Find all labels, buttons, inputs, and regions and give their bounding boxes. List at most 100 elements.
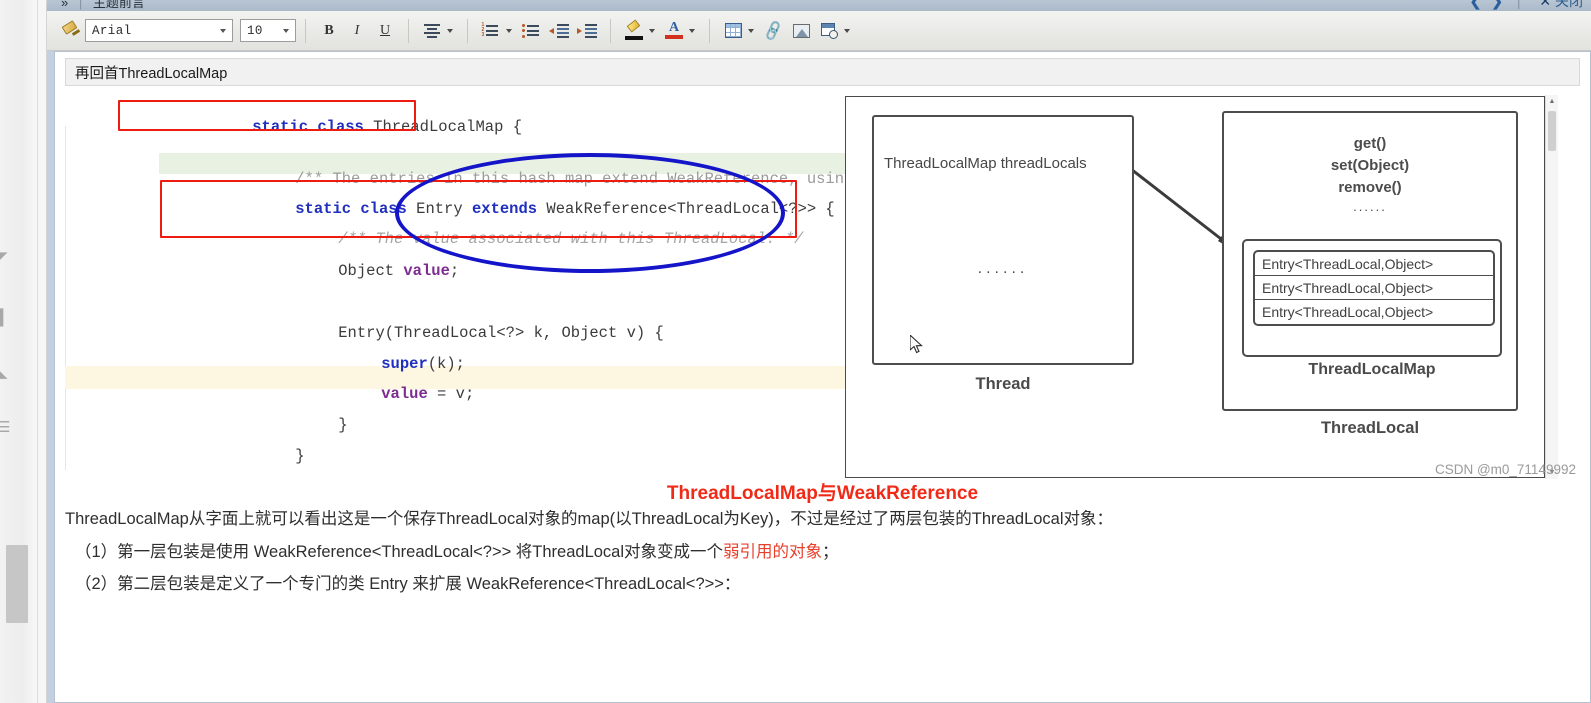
document-vertical-scrollbar[interactable]: ▲ ▼ xyxy=(1545,95,1558,479)
bullet-list-icon xyxy=(521,23,541,38)
toolbar-divider-2 xyxy=(408,18,409,43)
paragraph-intro-text: ThreadLocalMap从字面上就可以看出这是一个保存ThreadLocal… xyxy=(65,510,1114,528)
document-page: 再回首ThreadLocalMap static class ThreadLoc… xyxy=(54,51,1591,703)
document-area: 再回首ThreadLocalMap static class ThreadLoc… xyxy=(47,51,1591,703)
insert-link-button[interactable]: 🔗 xyxy=(759,18,787,44)
insert-table-button[interactable] xyxy=(719,18,747,44)
rail-glyph-2: ▌ xyxy=(0,309,9,326)
rail-glyph-3: ◣ xyxy=(0,364,8,381)
increase-indent-icon xyxy=(577,23,597,39)
document-content: static class ThreadLocalMap { /** The en… xyxy=(55,86,1590,592)
font-color-dropdown-arrow[interactable] xyxy=(689,28,695,33)
numbered-list-icon: 123 xyxy=(482,23,501,37)
thread-dots: ...... xyxy=(977,260,1029,277)
numbered-list-button[interactable]: 123 xyxy=(477,18,505,44)
font-size-dropdown-arrow[interactable] xyxy=(278,20,293,41)
thread-box-caption: Thread xyxy=(975,375,1031,393)
format-painter-button[interactable] xyxy=(57,18,85,44)
toolbar-divider-5 xyxy=(709,18,710,43)
insert-screenshot-icon xyxy=(820,22,838,39)
left-rail-secondary xyxy=(38,0,47,703)
mouse-cursor-icon xyxy=(910,335,923,354)
titlebar-separator: | xyxy=(78,0,83,10)
code-block[interactable]: static class ThreadLocalMap { /** The en… xyxy=(65,96,909,478)
insert-table-dropdown-arrow[interactable] xyxy=(748,28,754,33)
entry-row: Entry<ThreadLocal,Object> xyxy=(1255,252,1493,276)
close-window-button[interactable]: ✕ xyxy=(1539,0,1551,9)
chevron-right-icon[interactable]: ❯ xyxy=(1491,0,1503,9)
document-title-field[interactable]: 再回首ThreadLocalMap xyxy=(65,58,1580,86)
window-title: 主题前言 xyxy=(92,0,145,10)
underline-button[interactable]: U xyxy=(371,18,399,44)
paragraph-point-1-highlight: 弱引用的对象 xyxy=(723,542,823,561)
rail-block xyxy=(6,545,28,623)
threadlocal-box: get() set(Object) remove() ...... Entry<… xyxy=(1222,111,1518,411)
method-set: set(Object) xyxy=(1330,156,1410,174)
entry-row: Entry<ThreadLocal,Object> xyxy=(1255,276,1493,300)
bullet-list-button[interactable] xyxy=(517,18,545,44)
align-dropdown-arrow[interactable] xyxy=(447,28,453,33)
thread-field-label: ThreadLocalMap threadLocals xyxy=(884,155,1087,172)
italic-button[interactable]: I xyxy=(343,18,371,44)
toolbar-divider-3 xyxy=(467,18,468,43)
font-name-select[interactable]: Arial xyxy=(85,19,233,42)
insert-table-icon xyxy=(724,23,742,38)
thread-box: ThreadLocalMap threadLocals ...... xyxy=(872,115,1134,365)
italic-icon: I xyxy=(354,22,360,38)
paragraph-point-1: （1）第一层包装是使用 WeakReference<ThreadLocal<?>… xyxy=(65,542,1570,561)
highlight-color-dropdown-arrow[interactable] xyxy=(649,28,655,33)
method-get: get() xyxy=(1353,135,1387,152)
numbered-list-dropdown-arrow[interactable] xyxy=(506,28,512,33)
method-remove: remove() xyxy=(1338,178,1402,196)
rail-glyph-4: ☰ xyxy=(0,419,11,436)
code-gutter-line xyxy=(65,126,66,470)
paragraph-point-2: （2）第二层包装是定义了一个专门的类 Entry 来扩展 WeakReferen… xyxy=(65,576,1570,593)
insert-screenshot-button[interactable] xyxy=(815,18,843,44)
code-line-10: } xyxy=(295,446,305,465)
font-size-select[interactable]: 10 xyxy=(240,19,296,42)
decrease-indent-icon xyxy=(549,23,569,39)
chevron-left-icon[interactable]: ❮ xyxy=(1470,0,1482,9)
insert-image-button[interactable] xyxy=(787,18,815,44)
align-icon xyxy=(424,23,440,38)
paragraph-intro: ThreadLocalMap从字面上就可以看出这是一个保存ThreadLocal… xyxy=(65,511,1570,528)
document-title: 再回首ThreadLocalMap xyxy=(75,65,228,82)
toolbar-divider-4 xyxy=(610,18,611,43)
paragraph-point-1-text-a: （1）第一层包装是使用 WeakReference<ThreadLocal<?>… xyxy=(75,542,724,561)
code-line-0: static class ThreadLocalMap { xyxy=(252,117,522,136)
code-and-figure-row: static class ThreadLocalMap { /** The en… xyxy=(55,95,1590,486)
toolbar-divider-1 xyxy=(305,18,306,43)
titlebar-text-group: » | 主题前言 xyxy=(61,0,145,11)
code-line-4: Object value; xyxy=(338,261,460,280)
entry-stack: Entry<ThreadLocal,Object> Entry<ThreadLo… xyxy=(1253,250,1495,326)
close-label: 关闭 xyxy=(1555,0,1583,9)
threadlocal-box-caption: ThreadLocal xyxy=(1320,419,1420,437)
scrollbar-thumb[interactable] xyxy=(1548,111,1556,151)
threadlocal-methods: get() set(Object) remove() ...... xyxy=(1224,133,1516,217)
insert-link-icon: 🔗 xyxy=(761,19,785,43)
titlebar-right-controls: ❮ ❯ | ✕ 关闭 xyxy=(1467,0,1583,11)
insert-screenshot-dropdown-arrow[interactable] xyxy=(844,28,850,33)
font-name-dropdown-arrow[interactable] xyxy=(215,20,230,41)
paragraph-point-2-text: （2）第二层包装是定义了一个专门的类 Entry 来扩展 WeakReferen… xyxy=(75,575,741,593)
threadlocalmap-caption: ThreadLocalMap xyxy=(1308,361,1436,378)
watermark: CSDN @m0_71149992 xyxy=(1434,462,1576,477)
underline-icon: U xyxy=(379,22,391,38)
body-paragraphs: ThreadLocalMap从字面上就可以看出这是一个保存ThreadLocal… xyxy=(65,511,1570,609)
formatting-toolbar: Arial 10 B I U 123 A 🔗 xyxy=(47,11,1591,51)
font-color-button[interactable]: A xyxy=(660,18,688,44)
bold-button[interactable]: B xyxy=(315,18,343,44)
entry-row: Entry<ThreadLocal,Object> xyxy=(1262,304,1434,320)
scroll-up-arrow-icon[interactable]: ▲ xyxy=(1546,95,1558,108)
threadlocalmap-box: Entry<ThreadLocal,Object> Entry<ThreadLo… xyxy=(1242,239,1502,357)
increase-indent-button[interactable] xyxy=(573,18,601,44)
font-size-value: 10 xyxy=(247,23,263,38)
left-rail: ◤ ▌ ◣ ☰ xyxy=(0,0,38,703)
architecture-figure: ThreadLocalMap threadLocals ...... Threa… xyxy=(845,95,1558,479)
window-titlebar: » | 主题前言 ❮ ❯ | ✕ 关闭 xyxy=(47,0,1591,11)
threadlocal-method-dots: ...... xyxy=(1353,199,1387,215)
decrease-indent-button[interactable] xyxy=(545,18,573,44)
align-button[interactable] xyxy=(418,18,446,44)
highlight-color-button[interactable] xyxy=(620,18,648,44)
font-name-value: Arial xyxy=(92,23,132,38)
